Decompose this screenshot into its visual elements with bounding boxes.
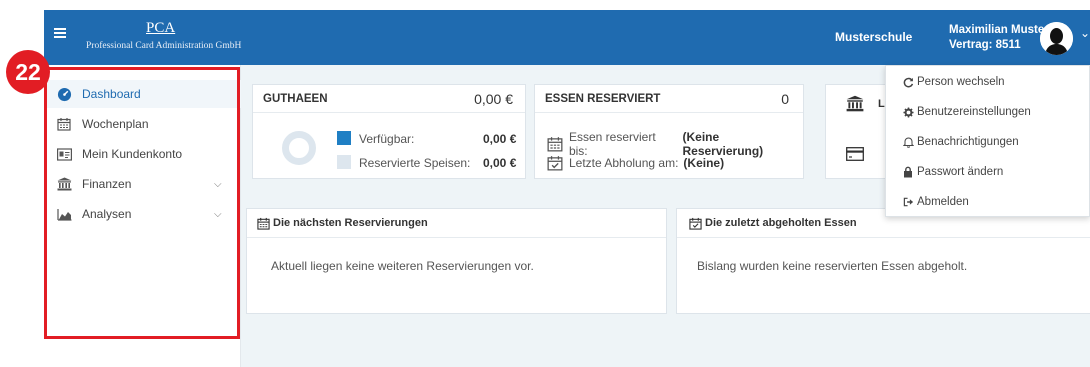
school-label[interactable]: Musterschule [835,30,912,44]
user-silhouette-icon [1040,22,1073,55]
chevron-down-icon: ⌵ [214,208,222,220]
menu-item-label: Benutzereinstellungen [917,106,1031,118]
bank-icon [846,95,864,112]
last-pickup-value: (Keine) [683,156,725,170]
sidebar-item-label: Finanzen [82,177,132,191]
reserved-value: 0,00 € [483,156,517,170]
recent-pickups-message: Bislang wurden keine reservierten Essen … [697,259,968,273]
menu-item-logout[interactable]: Abmelden [886,188,1090,216]
sidebar-item-finanzen[interactable]: Finanzen ⌵ [44,170,241,198]
menu-item-label: Passwort ändern [917,166,1004,178]
menu-item-label: Person wechseln [917,76,1005,88]
recent-pickups-title: Die zuletzt abgeholten Essen [705,217,857,229]
logo-subtitle: Professional Card Administration GmbH [86,41,242,51]
top-header: PCA Professional Card Administration Gmb… [44,10,1090,65]
id-card-icon [56,146,72,162]
chevron-down-icon: ⌵ [214,178,222,190]
menu-item-switch-person[interactable]: Person wechseln [886,68,1090,96]
reserved-meals-title: ESSEN RESERVIERT [545,93,661,105]
step-badge: 22 [6,50,50,94]
avatar[interactable] [1040,22,1073,55]
menu-item-user-settings[interactable]: Benutzereinstellungen [886,98,1090,126]
reserved-meals-card: ESSEN RESERVIERT 0 Essen reserviert bis:… [534,84,804,179]
reserved-label: Reservierte Speisen: [359,156,471,170]
calendar-icon [257,217,270,230]
sidebar-item-kundenkonto[interactable]: Mein Kundenkonto [44,140,241,168]
balance-amount: 0,00 € [474,91,513,107]
menu-item-notifications[interactable]: Benachrichtigungen [886,128,1090,156]
menu-toggle-icon[interactable] [54,28,66,38]
available-value: 0,00 € [483,132,517,146]
reserved-meals-count: 0 [781,91,789,107]
logo-title[interactable]: PCA [146,20,175,37]
available-color-swatch [337,131,351,145]
last-pickup-row: Letzte Abholung am: (Keine) [547,155,724,171]
area-chart-icon [56,206,72,222]
user-contract[interactable]: Vertrag: 8511 [949,39,1021,51]
reserved-until-row: Essen reserviert bis: (Keine Reservierun… [547,130,803,158]
sidebar-item-wochenplan[interactable]: Wochenplan [44,110,241,138]
sidebar: Dashboard Wochenplan Mein Kundenkonto Fi… [44,65,241,367]
lock-icon [902,166,914,178]
upcoming-reservations-message: Aktuell liegen keine weiteren Reservieru… [271,259,534,273]
recent-pickups-panel: Die zuletzt abgeholten Essen Bislang wur… [676,208,1090,314]
calendar-check-icon [547,156,563,171]
menu-item-label: Benachrichtigungen [917,136,1019,148]
upcoming-reservations-header: Die nächsten Reservierungen [247,209,666,238]
sidebar-item-label: Dashboard [82,87,141,101]
menu-item-change-password[interactable]: Passwort ändern [886,158,1090,186]
refresh-icon [902,76,914,88]
user-name[interactable]: Maximilian Muster [949,24,1049,36]
calendar-icon [547,137,563,152]
balance-card-header: GUTHAEEN 0,00 € [253,85,525,113]
calendar-icon [56,116,72,132]
user-dropdown-menu: Person wechseln Benutzereinstellungen Be… [885,65,1090,217]
balance-card: GUTHAEEN 0,00 € Verfügbar: 0,00 € Reserv… [252,84,526,179]
bell-icon [902,136,914,148]
reserved-meals-header: ESSEN RESERVIERT 0 [535,85,803,113]
reserved-until-label: Essen reserviert bis: [568,130,656,158]
logout-icon [902,196,914,208]
last-pickup-label: Letzte Abholung am: [569,156,679,170]
reserved-until-value: (Keine Reservierung) [682,130,764,158]
menu-item-label: Abmelden [917,196,969,208]
sidebar-item-dashboard[interactable]: Dashboard [44,80,241,108]
sidebar-item-label: Mein Kundenkonto [82,147,183,161]
available-label: Verfügbar: [359,132,415,146]
dashboard-icon [56,86,72,102]
sidebar-item-label: Analysen [82,207,132,221]
sidebar-item-analysen[interactable]: Analysen ⌵ [44,200,241,228]
upcoming-reservations-panel: Die nächsten Reservierungen Aktuell lieg… [246,208,667,314]
sidebar-item-label: Wochenplan [82,117,149,131]
gear-icon [902,106,914,118]
upcoming-reservations-title: Die nächsten Reservierungen [273,217,428,229]
credit-card-icon [846,147,864,161]
bank-icon [56,176,72,192]
reserved-color-swatch [337,155,351,169]
balance-donut-chart [282,131,316,165]
user-menu-chevron-icon[interactable]: ⌄ [1080,26,1090,40]
balance-title: GUTHAEEN [263,93,328,105]
calendar-check-icon [689,217,702,230]
